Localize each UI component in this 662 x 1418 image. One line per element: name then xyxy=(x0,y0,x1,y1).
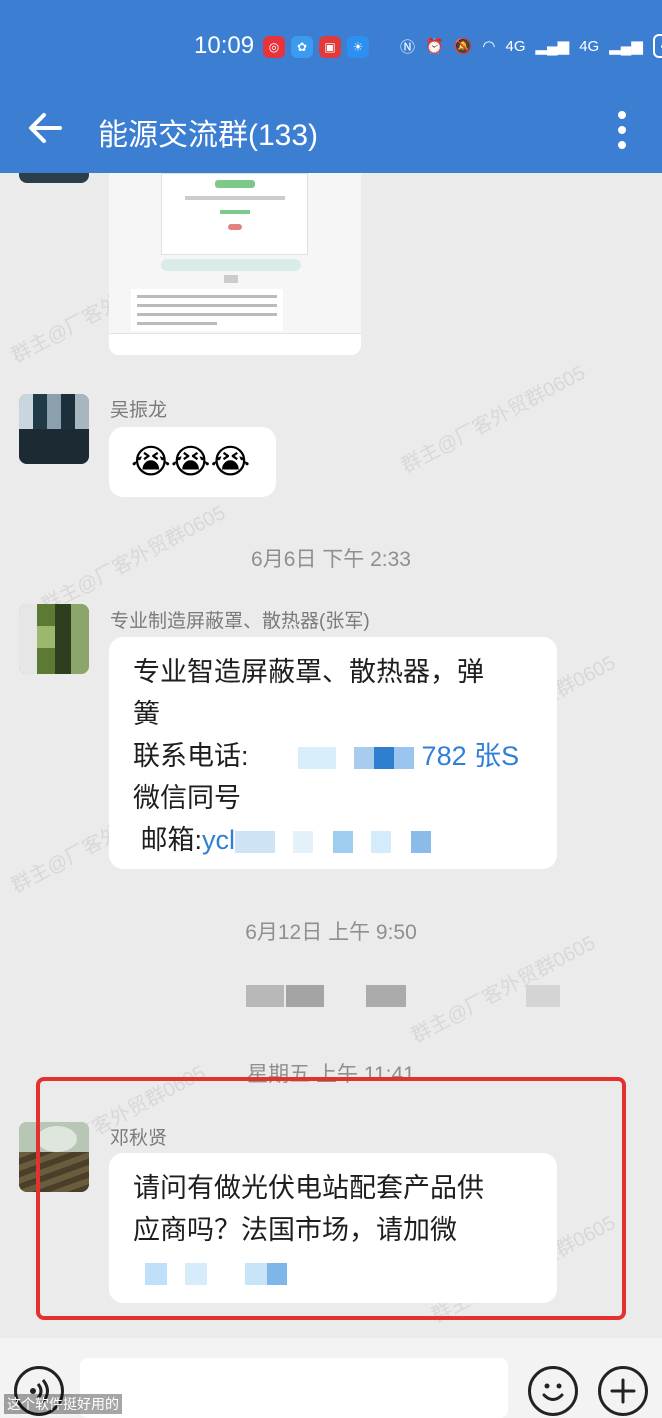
signal-icon: ▂▄▆ xyxy=(535,38,570,55)
mute-icon: 🔕 xyxy=(453,38,473,55)
back-arrow-icon[interactable] xyxy=(24,106,68,150)
chat-title: 能源交流群(133) xyxy=(98,119,319,152)
system-notice xyxy=(246,985,566,1007)
weather-icon: ☀ xyxy=(347,36,369,58)
alarm-icon: ⏰ xyxy=(425,38,444,55)
app-notification-icon: ▣ xyxy=(319,36,341,58)
watermark: 群主@厂客外贸群0605 xyxy=(397,361,590,478)
sender-name: 专业制造屏蔽罩、散热器(张军) xyxy=(110,611,370,632)
avatar[interactable] xyxy=(19,394,89,464)
title-bar: 10:09 ◎ ✿ ▣ ☀ Ⓝ ⏰ 🔕 ◠ 4G ▂▄▆ 4G ▂▄▆ 44 能… xyxy=(0,0,662,173)
message-input[interactable] xyxy=(80,1358,508,1418)
app-notification-icon: ✿ xyxy=(291,36,313,58)
redaction-mosaic xyxy=(298,746,337,769)
redaction-mosaic xyxy=(411,830,432,853)
message-line: 专业智造屏蔽罩、散热器，弹 xyxy=(133,657,484,687)
redaction-mosaic xyxy=(333,830,354,853)
screenshot-card xyxy=(161,173,308,255)
phone-label: 联系电话: xyxy=(133,741,249,771)
highlight-box xyxy=(36,1077,626,1320)
signal-label-2: 4G xyxy=(579,37,600,55)
message-bubble[interactable]: 😭😭😭 xyxy=(109,427,276,497)
redaction-mosaic xyxy=(394,746,415,769)
time-separator: 6月6日 下午 2:33 xyxy=(251,548,411,571)
app-notification-icon: ◎ xyxy=(263,36,285,58)
message-line: 簧 xyxy=(133,699,160,729)
redaction-mosaic xyxy=(374,746,395,769)
email-prefix[interactable]: ycl xyxy=(202,825,235,855)
redaction-mosaic xyxy=(354,746,375,769)
status-app-icons: ◎ ✿ ▣ ☀ xyxy=(263,36,369,58)
time-separator: 6月12日 上午 9:50 xyxy=(245,921,417,944)
status-time: 10:09 xyxy=(194,32,255,59)
redaction-mosaic xyxy=(371,830,392,853)
wifi-icon: ◠ xyxy=(482,38,496,55)
message-bubble[interactable]: 专业智造屏蔽罩、散热器，弹 簧 联系电话: 782 张S 微信同号 邮箱:ycl xyxy=(109,637,557,869)
emoji-message: 😭😭😭 xyxy=(131,442,251,482)
avatar[interactable] xyxy=(19,604,89,674)
avatar[interactable] xyxy=(19,173,89,183)
status-icons: Ⓝ ⏰ 🔕 ◠ 4G ▂▄▆ 4G ▂▄▆ 44 xyxy=(400,34,662,58)
chat-message-list[interactable]: 群主@厂客外贸群0605 群主@厂客外贸群0605 群主@厂客外贸群0605 群… xyxy=(0,173,662,1338)
sender-name: 吴振龙 xyxy=(110,400,168,421)
message-line: 微信同号 xyxy=(133,783,241,813)
more-actions-button[interactable] xyxy=(598,1366,648,1416)
redaction-mosaic xyxy=(366,985,406,1007)
plus-icon xyxy=(610,1378,636,1404)
redaction-mosaic xyxy=(293,830,314,853)
battery-icon: 44 xyxy=(652,34,662,58)
email-line: 邮箱:ycl xyxy=(133,819,533,861)
more-menu-icon[interactable] xyxy=(612,108,632,152)
phone-tail[interactable]: 782 张S xyxy=(422,741,520,771)
phone-line: 联系电话: 782 张S xyxy=(133,735,533,777)
emoji-icon xyxy=(542,1383,564,1401)
input-bar: 这个软件挺好用的 xyxy=(0,1338,662,1418)
nfc-icon: Ⓝ xyxy=(400,38,416,56)
redaction-mosaic xyxy=(286,985,324,1007)
signal-label-1: 4G xyxy=(505,37,526,55)
signal-icon: ▂▄▆ xyxy=(609,38,643,55)
corner-watermark: 这个软件挺好用的 xyxy=(4,1394,122,1414)
email-label: 邮箱: xyxy=(140,825,203,855)
redaction-mosaic xyxy=(246,985,284,1007)
message-text: 专业智造屏蔽罩、散热器，弹 簧 联系电话: 782 张S 微信同号 邮箱:ycl xyxy=(133,651,533,861)
redaction-mosaic xyxy=(526,985,560,1007)
image-message[interactable] xyxy=(109,173,361,355)
emoji-button[interactable] xyxy=(528,1366,578,1416)
redaction-mosaic xyxy=(235,830,276,853)
